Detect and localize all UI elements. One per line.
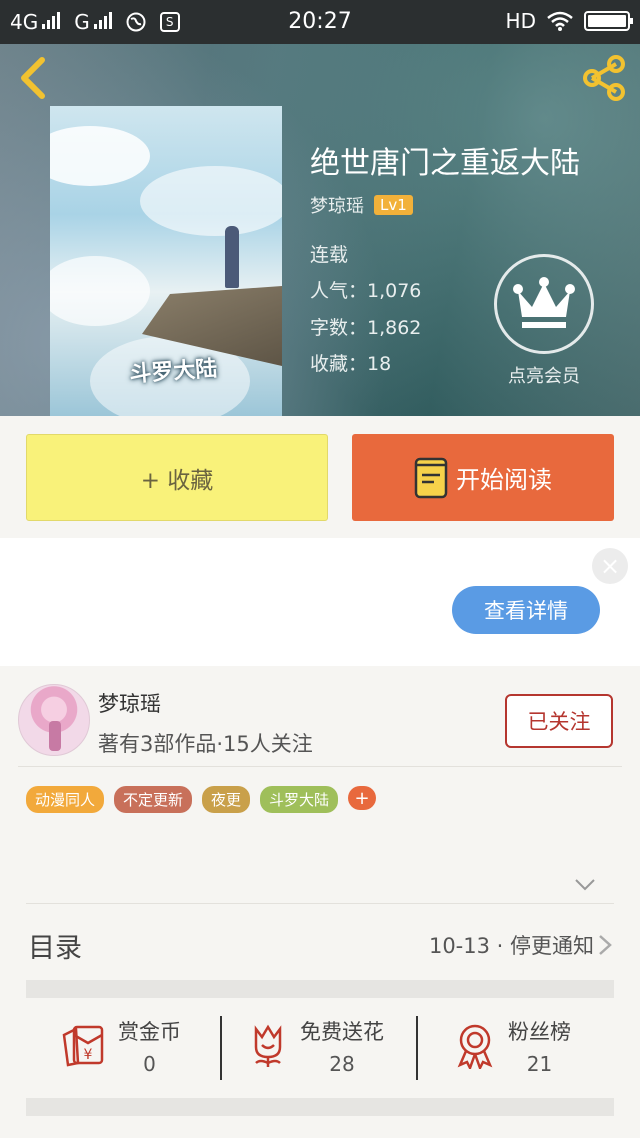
catalog-label: 目录 <box>28 933 82 964</box>
author-card: 梦琼瑶 著有3部作品·15人关注 已关注 动漫同人 不定更新 夜更 斗罗大陆 + <box>0 666 640 896</box>
hd-label: HD <box>505 9 536 33</box>
crown-icon <box>494 254 594 354</box>
divider <box>416 1016 418 1080</box>
book-author-row: 梦琼瑶 Lv1 <box>310 192 413 218</box>
section-separator <box>26 1098 614 1116</box>
status-right: HD <box>505 9 633 33</box>
stats-bar: ¥ 赏金币 0 免费送花 28 粉丝榜 21 <box>26 998 614 1098</box>
book-cover-image[interactable]: 斗罗大陆 <box>50 106 282 416</box>
divider <box>220 1016 222 1080</box>
tag-list: 动漫同人 不定更新 夜更 斗罗大陆 + <box>26 786 377 813</box>
add-to-collection-button[interactable]: + 收藏 <box>26 434 328 521</box>
chevron-right-icon <box>599 935 612 955</box>
vip-button[interactable]: 点亮会员 <box>492 254 596 388</box>
tag-3[interactable]: 斗罗大陆 <box>260 786 339 813</box>
wifi-icon <box>547 11 573 31</box>
action-bar: + 收藏 开始阅读 <box>0 416 640 538</box>
close-icon[interactable]: × <box>592 548 628 584</box>
share-icon[interactable] <box>580 54 628 102</box>
reward-coins-label: 赏金币 <box>118 1020 181 1044</box>
start-reading-label: 开始阅读 <box>456 466 552 494</box>
free-flowers-value: 28 <box>329 1052 355 1076</box>
flower-icon <box>254 1024 282 1067</box>
book-author[interactable]: 梦琼瑶 <box>310 192 364 218</box>
chevron-down-icon[interactable] <box>574 878 596 892</box>
fan-ranking-label: 粉丝榜 <box>508 1020 571 1044</box>
back-arrow-icon[interactable] <box>14 56 54 100</box>
red-envelope-yen-icon: ¥ <box>62 1025 104 1067</box>
battery-icon <box>584 11 633 31</box>
catalog-row[interactable]: 目录 10-13 · 停更通知 <box>26 903 614 981</box>
tag-1[interactable]: 不定更新 <box>114 786 193 813</box>
author-name[interactable]: 梦琼瑶 <box>98 688 161 718</box>
reward-coins-value: 0 <box>143 1052 156 1076</box>
section-separator <box>26 980 614 998</box>
book-status: 连载 <box>310 244 349 266</box>
battery-level <box>588 15 626 27</box>
free-flowers-stat[interactable]: 免费送花 28 <box>248 1016 384 1076</box>
vip-label: 点亮会员 <box>508 366 580 387</box>
book-popularity: 人气：1,076 <box>310 280 422 302</box>
author-summary: 著有3部作品·15人关注 <box>98 732 313 756</box>
book-header: 斗罗大陆 绝世唐门之重返大陆 梦琼瑶 Lv1 连载 人气：1,076 字数：1,… <box>0 44 640 416</box>
follow-button[interactable]: 已关注 <box>505 694 613 748</box>
cover-title-art: 斗罗大陆 <box>128 356 219 388</box>
start-reading-button[interactable]: 开始阅读 <box>352 434 614 521</box>
tag-2[interactable]: 夜更 <box>202 786 251 813</box>
ad-panel: × 查看详情 <box>0 538 640 666</box>
svg-text:¥: ¥ <box>84 1047 93 1063</box>
view-details-button[interactable]: 查看详情 <box>452 586 600 634</box>
status-bar: 4G G S 20:27 HD <box>0 0 640 44</box>
free-flowers-label: 免费送花 <box>300 1020 384 1044</box>
divider <box>18 766 622 767</box>
add-tag-button[interactable]: + <box>348 786 377 810</box>
fan-ranking-value: 21 <box>526 1052 553 1076</box>
award-ribbon-icon <box>457 1024 493 1069</box>
tag-0[interactable]: 动漫同人 <box>26 786 105 813</box>
reward-coins-stat[interactable]: ¥ 赏金币 0 <box>60 1016 181 1076</box>
book-favorites: 收藏：18 <box>310 353 392 375</box>
author-level-badge: Lv1 <box>374 195 413 215</box>
book-icon <box>414 457 448 498</box>
author-avatar[interactable] <box>18 684 90 756</box>
fan-ranking-stat[interactable]: 粉丝榜 21 <box>454 1016 571 1076</box>
latest-chapter: 10-13 · 停更通知 <box>428 934 594 958</box>
book-title: 绝世唐门之重返大陆 <box>310 146 580 181</box>
book-word-count: 字数：1,862 <box>310 317 422 339</box>
